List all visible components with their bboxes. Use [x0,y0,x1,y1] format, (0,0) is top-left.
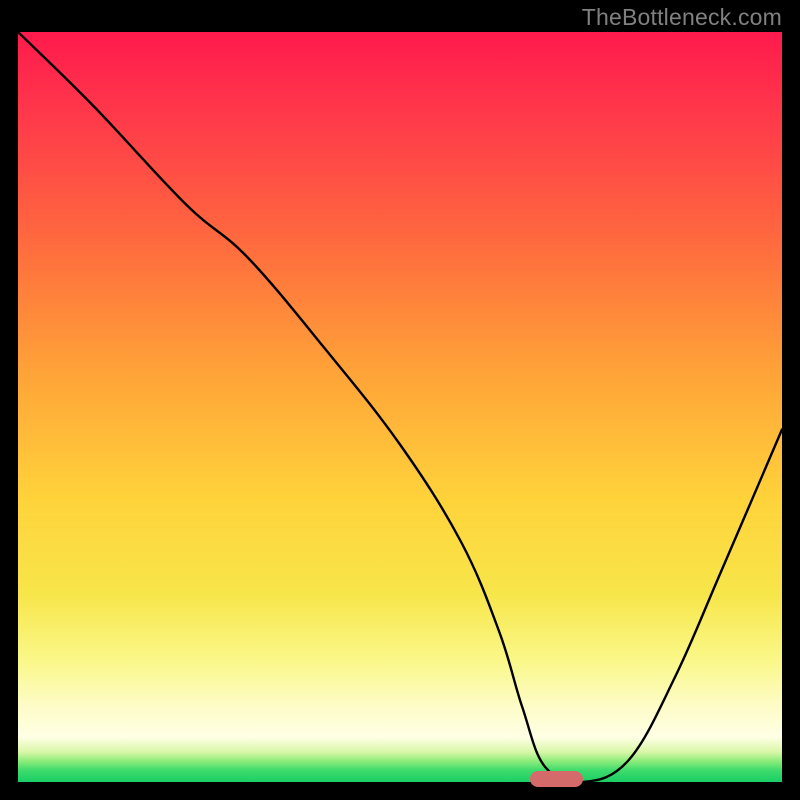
watermark-text: TheBottleneck.com [582,4,782,31]
curve-layer [18,32,782,782]
chart-area [18,32,782,782]
bottleneck-curve [18,32,782,782]
optimal-marker [530,771,583,787]
